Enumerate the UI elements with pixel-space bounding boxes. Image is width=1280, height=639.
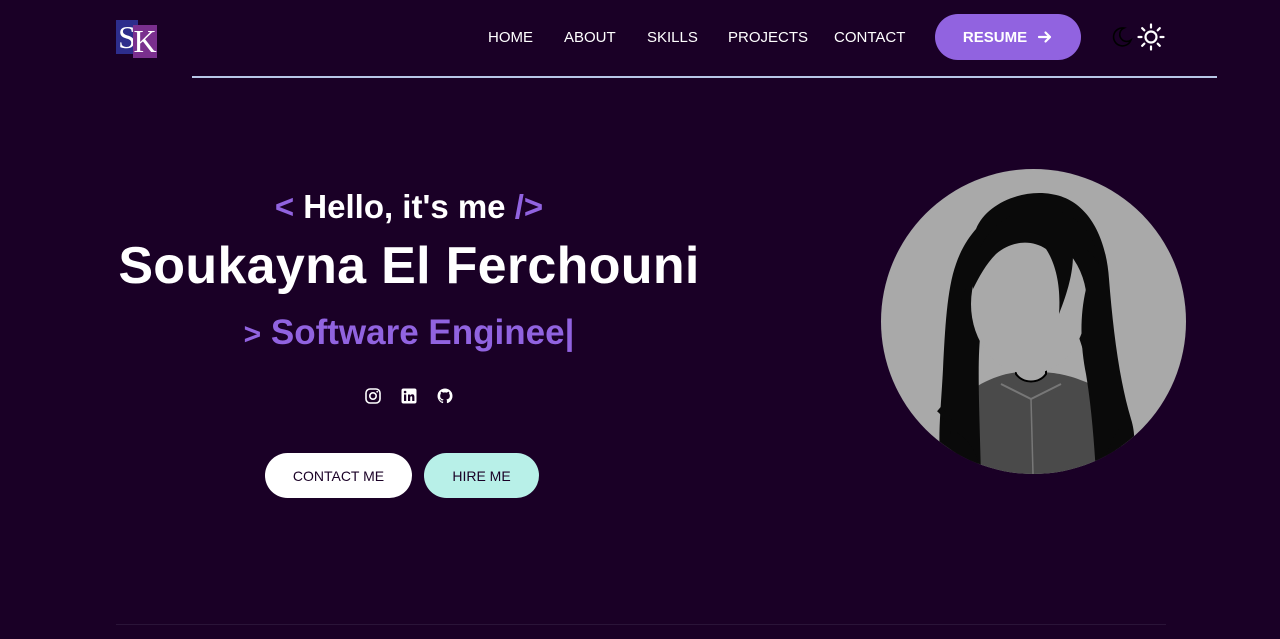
social-links — [364, 387, 454, 405]
hire-me-button[interactable]: HIRE ME — [424, 453, 539, 498]
resume-button[interactable]: RESUME — [935, 14, 1081, 60]
profile-avatar — [881, 169, 1186, 474]
greeting-heading: < Hello, it's me /> — [0, 188, 818, 226]
instagram-icon[interactable] — [364, 387, 382, 405]
greeting-open-bracket: < — [274, 188, 295, 225]
role-prefix: > — [243, 318, 262, 351]
resume-label: RESUME — [962, 28, 1028, 46]
nav-projects-link[interactable]: PROJECTS — [728, 29, 808, 46]
role-text: Software Enginee| — [270, 313, 575, 352]
nav-contact-link[interactable]: CONTACT — [834, 29, 905, 46]
moon-icon[interactable] — [1110, 25, 1134, 49]
header-divider — [192, 76, 1217, 78]
github-icon[interactable] — [436, 387, 454, 405]
nav-skills-link[interactable]: SKILLS — [647, 29, 698, 46]
arrow-right-icon — [1037, 29, 1053, 45]
greeting-close-bracket: /> — [514, 188, 544, 225]
hero-name: Soukayna El Ferchouni — [118, 237, 700, 295]
hero-role: > Software Enginee| — [0, 313, 818, 353]
sun-icon[interactable] — [1137, 23, 1165, 51]
nav-home-link[interactable]: HOME — [488, 29, 533, 46]
linkedin-icon[interactable] — [400, 387, 418, 405]
nav-about-link[interactable]: ABOUT — [564, 29, 616, 46]
greeting-text: Hello, it's me — [294, 188, 515, 225]
contact-me-button[interactable]: CONTACT ME — [265, 453, 412, 498]
logo[interactable]: S K — [116, 20, 157, 58]
logo-letter-k: K — [133, 23, 157, 59]
section-divider — [116, 624, 1166, 625]
